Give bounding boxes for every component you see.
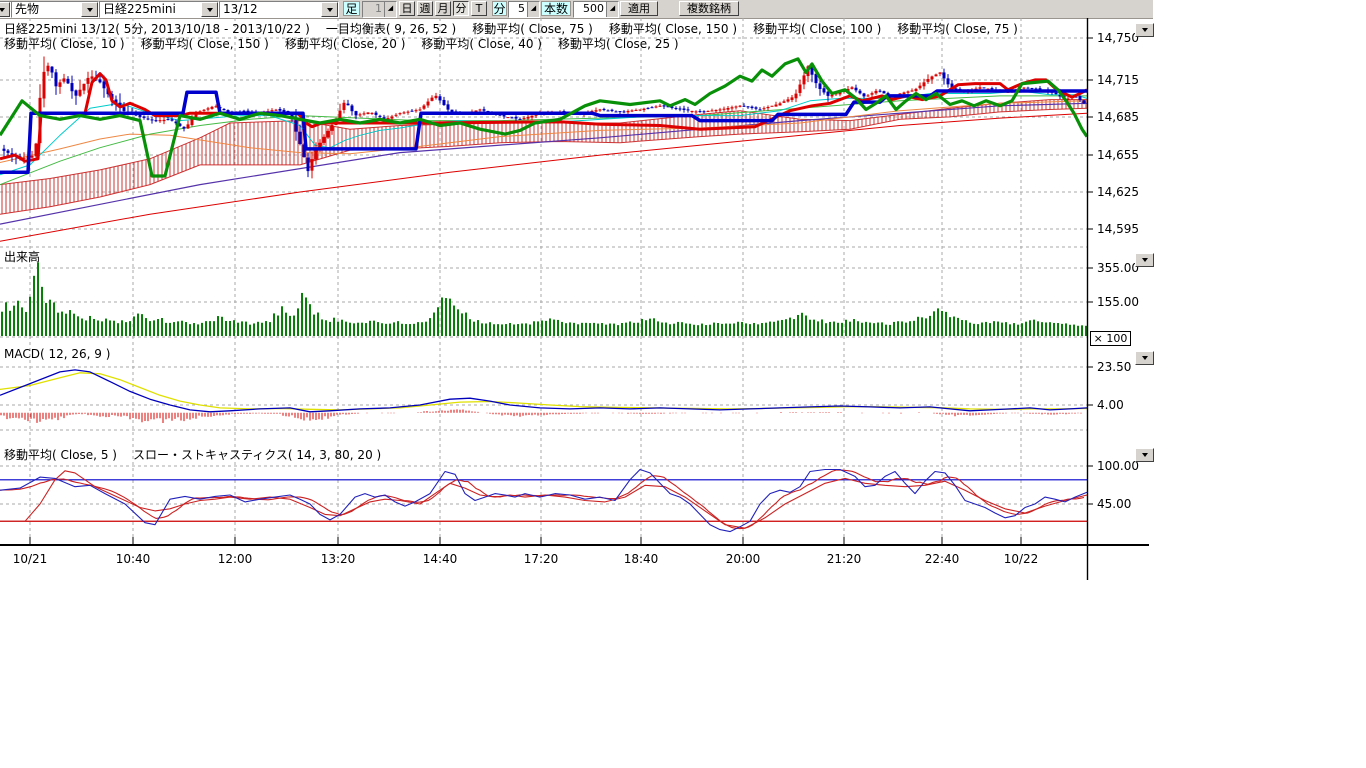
- svg-text:14,685: 14,685: [1097, 110, 1139, 124]
- price-pane-menu-button[interactable]: [1135, 23, 1154, 37]
- stochastic-pane-labels: 移動平均( Close, 5 ) スロー・ストキャスティクス( 14, 3, 8…: [4, 446, 381, 463]
- chevron-down-icon: [1142, 356, 1148, 363]
- volume-pane-menu-button[interactable]: [1135, 253, 1154, 267]
- legend-ma150b: 移動平均( Close, 150 ): [141, 35, 269, 52]
- svg-text:14,625: 14,625: [1097, 185, 1139, 199]
- chevron-down-icon: [1142, 258, 1148, 265]
- svg-text:100.00: 100.00: [1097, 459, 1139, 473]
- chevron-down-icon: [1142, 453, 1148, 460]
- stoch-params-label: スロー・ストキャスティクス( 14, 3, 80, 20 ): [133, 446, 381, 463]
- chart-canvas[interactable]: 14,750 14,715 14,685 14,655 14,625 14,595 355.…: [0, 0, 1366, 768]
- stoch-pane-menu-button[interactable]: [1135, 448, 1154, 462]
- legend-ma25: 移動平均( Close, 25 ): [558, 35, 679, 52]
- chevron-down-icon: [1142, 28, 1148, 35]
- macd-pane-label: MACD( 12, 26, 9 ): [4, 347, 110, 361]
- svg-text:13:20: 13:20: [321, 552, 356, 566]
- svg-text:18:40: 18:40: [624, 552, 659, 566]
- svg-text:23.50: 23.50: [1097, 360, 1131, 374]
- legend-ma100: 移動平均( Close, 100 ): [753, 20, 881, 37]
- svg-text:155.00: 155.00: [1097, 295, 1139, 309]
- svg-text:45.00: 45.00: [1097, 497, 1131, 511]
- svg-text:14,655: 14,655: [1097, 148, 1139, 162]
- svg-text:17:20: 17:20: [524, 552, 559, 566]
- legend-ma10: 移動平均( Close, 10 ): [4, 35, 125, 52]
- svg-text:355.00: 355.00: [1097, 261, 1139, 275]
- legend-ma75b: 移動平均( Close, 75 ): [897, 20, 1018, 37]
- svg-text:14,715: 14,715: [1097, 73, 1139, 87]
- macd: [0, 370, 1087, 423]
- svg-text:14,595: 14,595: [1097, 222, 1139, 236]
- svg-text:10:40: 10:40: [116, 552, 151, 566]
- stochastics: [0, 470, 1087, 532]
- svg-text:20:00: 20:00: [726, 552, 761, 566]
- volume-pane-label: 出来高: [4, 248, 40, 265]
- main-chart-legend-line2: 移動平均( Close, 10 ) 移動平均( Close, 150 ) 移動平…: [4, 35, 679, 52]
- legend-ma40: 移動平均( Close, 40 ): [421, 35, 542, 52]
- trading-app-window: 14,750 14,715 14,685 14,655 14,625 14,595 355.…: [0, 0, 1366, 768]
- legend-ma20: 移動平均( Close, 20 ): [285, 35, 406, 52]
- svg-text:21:20: 21:20: [827, 552, 862, 566]
- svg-text:14:40: 14:40: [423, 552, 458, 566]
- macd-pane-menu-button[interactable]: [1135, 351, 1154, 365]
- svg-text:4.00: 4.00: [1097, 398, 1124, 412]
- svg-text:14,750: 14,750: [1097, 31, 1139, 45]
- stoch-ma5-label: 移動平均( Close, 5 ): [4, 446, 117, 463]
- svg-text:12:00: 12:00: [218, 552, 253, 566]
- volume-multiplier-badge: × 100: [1090, 331, 1131, 346]
- volume-bars: [1, 262, 1087, 336]
- svg-text:22:40: 22:40: [925, 552, 960, 566]
- svg-text:10/22: 10/22: [1004, 552, 1039, 566]
- svg-text:10/21: 10/21: [13, 552, 48, 566]
